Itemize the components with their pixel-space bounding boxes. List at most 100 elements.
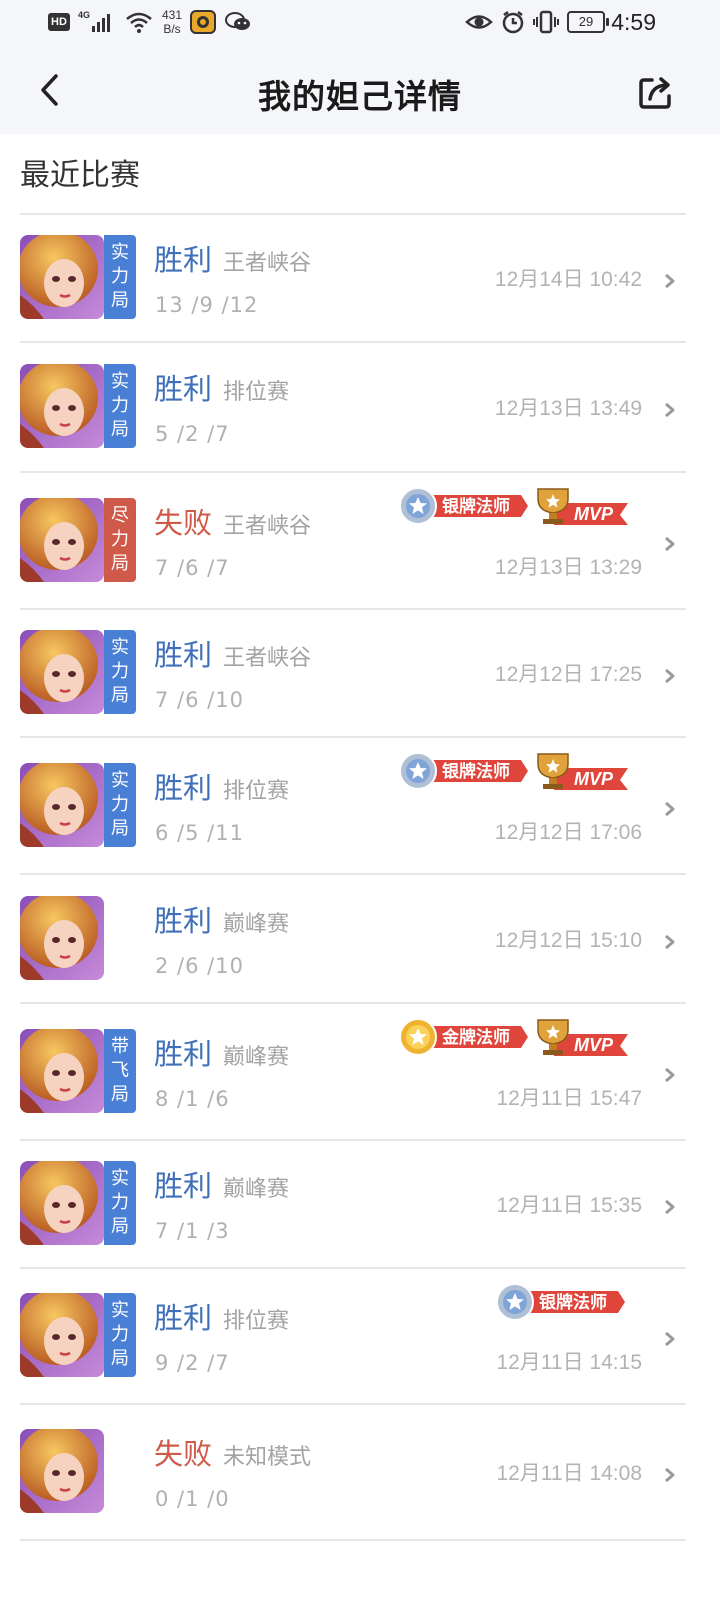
chevron-right-icon [665,801,675,817]
hero-avatar [20,1293,104,1377]
chevron-right-icon [665,1067,675,1083]
tag-char: 力 [111,529,129,550]
kda: 7 /1 /3 [155,1219,230,1243]
mvp-label: MVP [574,1035,614,1055]
match-row[interactable]: 实力局胜利 排位赛 9 /2 /7 12月11日 14:15 银牌法师 [20,1269,686,1405]
match-row[interactable]: 实力局胜利 巅峰赛 7 /1 /3 12月11日 15:35 [20,1141,686,1269]
top-bar: 我的妲己详情 [0,48,720,134]
medal-badge: 银牌法师 [398,751,528,791]
wechat-icon [225,12,251,30]
match-row[interactable]: 胜利 巅峰赛 2 /6 /10 12月12日 15:10 [20,875,686,1004]
match-date: 12月12日 15:10 [494,929,642,952]
game-mode: 王者峡谷 [223,251,312,276]
eye-icon [465,15,493,29]
hero-avatar [20,1429,104,1513]
match-result: 胜利 [154,243,213,277]
hero-avatar [20,896,104,980]
match-row[interactable]: 实力局胜利 排位赛 6 /5 /11 12月12日 17:06 银牌法师 MVP [20,738,686,875]
tag-char: 实 [111,1168,129,1189]
kda: 7 /6 /7 [155,556,230,580]
match-row[interactable]: 失败 未知模式 0 /1 /0 12月11日 14:08 [20,1405,686,1541]
mvp-badge: MVP [532,1016,628,1058]
match-row[interactable]: 实力局胜利 排位赛 5 /2 /7 12月13日 13:49 [20,343,686,473]
tag-char: 带 [111,1036,129,1057]
game-app-icon [190,10,217,34]
battery-icon: 29 [567,11,609,33]
vibrate-icon [533,10,559,34]
tag-char: 局 [111,685,129,706]
match-date: 12月11日 15:47 [496,1087,642,1110]
game-mode: 巅峰赛 [223,912,290,937]
match-date: 12月12日 17:25 [494,663,642,686]
match-date: 12月14日 10:42 [494,268,642,291]
performance-tag: 实力局 [104,364,136,448]
game-mode: 巅峰赛 [223,1177,290,1202]
mvp-label: MVP [574,769,614,789]
status-left: HD 4G 431 B/s [48,8,252,36]
tag-char: 力 [111,266,129,287]
hero-avatar [20,498,104,582]
page-title: 我的妲己详情 [258,77,462,116]
game-mode: 王者峡谷 [223,646,312,671]
cellular-signal-icon: 4G [78,10,116,34]
match-row[interactable]: 尽力局失败 王者峡谷 7 /6 /7 12月13日 13:29 银牌法师 MVP [20,473,686,610]
match-date: 12月11日 14:15 [496,1351,642,1374]
tag-char: 实 [111,1300,129,1321]
chevron-right-icon [665,668,675,684]
kda: 6 /5 /11 [155,821,244,845]
tag-char: 局 [111,553,129,574]
tag-char: 力 [111,1192,129,1213]
match-result: 胜利 [154,1037,213,1071]
match-result: 胜利 [154,638,213,672]
kda: 7 /6 /10 [155,688,244,712]
mvp-badge: MVP [532,750,628,792]
hero-avatar [20,1161,104,1245]
status-bar: HD 4G 431 B/s 29 4:59 [0,0,720,48]
tag-char: 实 [111,770,129,791]
tag-char: 力 [111,395,129,416]
hero-avatar [20,235,104,319]
match-result: 失败 [154,1437,213,1471]
match-row[interactable]: 实力局胜利 王者峡谷 7 /6 /10 12月12日 17:25 [20,610,686,738]
hero-avatar [20,364,104,448]
match-result: 胜利 [154,372,213,406]
match-result: 失败 [154,506,213,540]
tag-char: 局 [111,290,129,311]
match-date: 12月13日 13:29 [494,556,642,579]
medal-badge: 金牌法师 [398,1017,528,1057]
performance-tag: 实力局 [104,763,136,847]
clock: 4:59 [611,9,656,35]
chevron-right-icon [665,934,675,950]
performance-tag: 带飞局 [104,1029,136,1113]
game-mode: 排位赛 [223,380,290,405]
chevron-right-icon [665,1331,675,1347]
chevron-right-icon [665,273,675,289]
section-title-recent-matches: 最近比赛 [20,158,140,193]
chevron-right-icon [665,402,675,418]
match-result: 胜利 [154,771,213,805]
game-mode: 未知模式 [223,1445,312,1470]
mvp-badge: MVP [532,485,628,527]
share-icon[interactable] [636,72,676,112]
medal-label: 银牌法师 [442,761,510,782]
match-row[interactable]: 带飞局胜利 巅峰赛 8 /1 /6 12月11日 15:47 金牌法师 MVP [20,1004,686,1141]
medal-badge: 银牌法师 [495,1282,625,1322]
match-result: 胜利 [154,1301,213,1335]
status-icons: 29 [465,10,609,34]
hero-avatar [20,1029,104,1113]
tag-char: 局 [111,1348,129,1369]
chevron-right-icon [665,1467,675,1483]
medal-label: 银牌法师 [442,496,510,517]
performance-tag: 实力局 [104,1161,136,1245]
hd-icon: HD [48,13,70,31]
match-list: 实力局胜利 王者峡谷 13 /9 /12 12月14日 10:42 实力局胜利 排位赛 5 … [20,213,686,1541]
match-date: 12月11日 15:35 [496,1194,642,1217]
tag-char: 实 [111,637,129,658]
match-result: 胜利 [154,904,213,938]
game-mode: 王者峡谷 [223,514,312,539]
kda: 9 /2 /7 [155,1351,230,1375]
medal-label: 金牌法师 [441,1027,510,1048]
match-row[interactable]: 实力局胜利 王者峡谷 13 /9 /12 12月14日 10:42 [20,215,686,343]
chevron-right-icon [665,536,675,552]
tag-char: 力 [111,1324,129,1345]
